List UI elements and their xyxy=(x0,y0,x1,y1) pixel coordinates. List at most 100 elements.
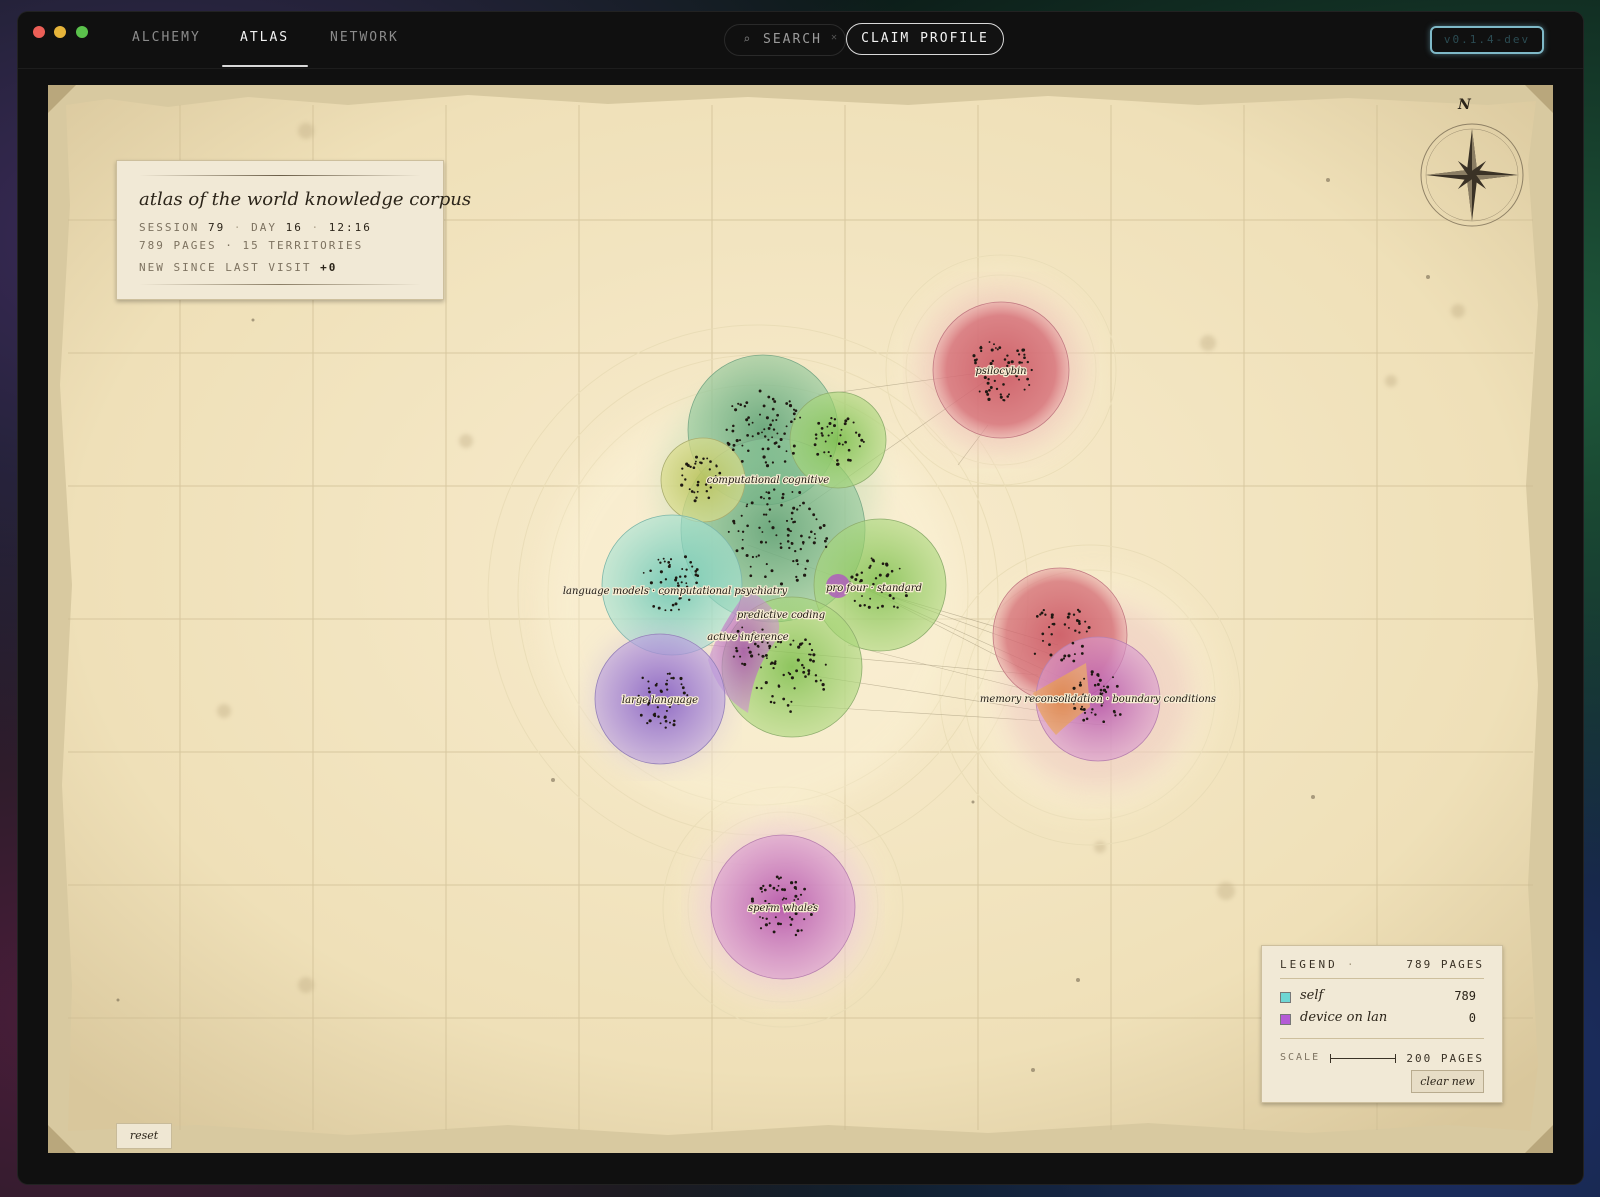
page-dot xyxy=(824,545,828,549)
page-dot xyxy=(816,452,820,456)
page-dot xyxy=(795,559,799,563)
close-window-button[interactable] xyxy=(33,26,45,38)
page-dot xyxy=(790,700,793,703)
page-dot xyxy=(672,676,675,680)
page-dot xyxy=(753,642,757,646)
page-dot xyxy=(694,462,697,465)
page-dot xyxy=(808,653,811,656)
clear-new-button[interactable]: clear new xyxy=(1411,1070,1484,1093)
page-dot xyxy=(800,534,803,538)
page-dot xyxy=(749,565,752,568)
page-dot xyxy=(760,666,762,669)
tab-network[interactable]: NETWORK xyxy=(330,30,399,45)
page-dot xyxy=(1090,711,1093,714)
page-dot xyxy=(1007,361,1011,365)
page-dot xyxy=(665,682,668,686)
page-dot xyxy=(1017,378,1021,381)
page-dot xyxy=(750,654,754,658)
page-dot xyxy=(691,565,694,568)
page-dot xyxy=(825,537,829,540)
minimize-window-button[interactable] xyxy=(54,26,66,38)
page-dot xyxy=(745,418,749,422)
page-dot xyxy=(792,408,796,411)
page-dot xyxy=(874,577,878,580)
page-dot xyxy=(833,418,837,421)
page-dot xyxy=(1090,673,1094,676)
page-dot xyxy=(771,397,775,401)
tab-alchemy[interactable]: ALCHEMY xyxy=(132,30,201,45)
page-dot xyxy=(775,418,778,422)
page-dot xyxy=(765,917,768,920)
page-dot xyxy=(764,899,767,903)
page-dot xyxy=(695,568,699,571)
page-dot xyxy=(1112,709,1116,713)
page-dot xyxy=(829,454,832,458)
page-dot xyxy=(790,881,794,885)
page-dot xyxy=(808,507,811,511)
page-dot xyxy=(761,628,764,631)
page-dot xyxy=(758,389,762,393)
page-dot xyxy=(702,457,705,460)
page-dot xyxy=(790,511,794,515)
page-dot xyxy=(771,419,774,422)
page-dot xyxy=(870,557,873,560)
claim-profile-button[interactable]: CLAIM PROFILE xyxy=(846,23,1004,55)
page-dot xyxy=(1096,683,1100,686)
page-dot xyxy=(772,428,776,431)
page-dot xyxy=(1078,683,1082,687)
page-dot xyxy=(647,687,650,690)
page-dot xyxy=(696,483,700,487)
page-dot xyxy=(860,438,864,442)
page-dot xyxy=(987,378,990,381)
page-dot xyxy=(776,413,779,417)
reset-button[interactable]: reset xyxy=(116,1123,172,1149)
page-dot xyxy=(844,440,847,444)
page-dot xyxy=(774,441,778,445)
page-dot xyxy=(1090,670,1094,674)
page-dot xyxy=(768,884,772,887)
page-dot xyxy=(799,547,802,551)
page-dot xyxy=(657,715,660,718)
page-dot xyxy=(853,599,856,602)
page-dot xyxy=(854,578,858,581)
page-dot xyxy=(821,434,824,437)
zoom-window-button[interactable] xyxy=(76,26,88,38)
search-button[interactable]: ⌕ SEARCH ✕ xyxy=(724,24,846,56)
legend-name-self: self xyxy=(1300,988,1324,1003)
page-dot xyxy=(776,432,779,435)
page-dot xyxy=(815,437,818,440)
page-dot xyxy=(824,440,827,443)
page-dot xyxy=(869,597,872,600)
page-dot xyxy=(989,361,993,366)
page-dot xyxy=(801,663,804,667)
atlas-map[interactable]: psilocybin computational cognitive langu… xyxy=(48,85,1553,1153)
page-dot xyxy=(664,609,667,612)
page-dot xyxy=(745,401,749,405)
page-dot xyxy=(732,443,736,447)
page-dot xyxy=(802,666,806,669)
legend-value-self: 789 xyxy=(1454,989,1476,1003)
page-dot xyxy=(792,559,795,563)
page-dot xyxy=(1083,677,1086,680)
page-dot xyxy=(743,405,747,408)
page-dot xyxy=(765,513,768,516)
page-dot xyxy=(1080,652,1084,655)
page-dot xyxy=(1028,383,1031,387)
page-dot xyxy=(1050,633,1053,636)
label-psilocybin: psilocybin xyxy=(975,366,1026,377)
page-dot xyxy=(657,606,661,610)
page-dot xyxy=(708,468,711,471)
page-dot xyxy=(685,582,688,585)
page-dot xyxy=(776,922,781,926)
page-dot xyxy=(762,513,766,516)
tab-atlas[interactable]: ATLAS xyxy=(240,30,289,45)
page-dot xyxy=(1041,639,1045,642)
page-dot xyxy=(841,443,844,446)
page-dot xyxy=(1114,714,1117,717)
page-dot xyxy=(991,359,995,363)
page-dot xyxy=(766,503,769,506)
label-computational-cognitive: computational cognitive xyxy=(707,475,829,486)
page-dot xyxy=(881,562,885,566)
page-dot xyxy=(808,642,811,646)
page-dot xyxy=(1104,690,1108,694)
